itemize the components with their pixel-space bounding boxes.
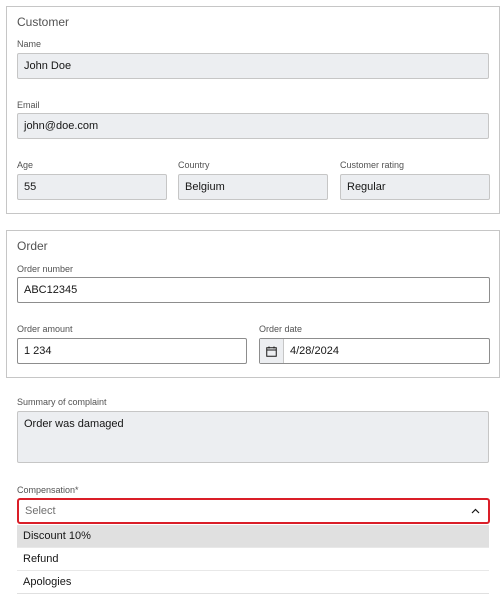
chevron-up-icon[interactable]	[471, 506, 480, 517]
order-panel-title: Order	[17, 239, 48, 253]
customer-panel: Customer Name John Doe Email john@doe.co…	[6, 6, 500, 214]
order-amount-input[interactable]: 1 234	[17, 338, 247, 364]
compensation-select[interactable]: Select	[17, 498, 490, 524]
country-field[interactable]: Belgium	[178, 174, 328, 200]
age-label: Age	[17, 160, 34, 170]
order-number-label: Order number	[17, 264, 74, 274]
customer-panel-title: Customer	[17, 15, 70, 29]
customer-rating-field[interactable]: Regular	[340, 174, 490, 200]
compensation-placeholder: Select	[25, 505, 56, 517]
email-label: Email	[17, 100, 40, 110]
compensation-option-refund[interactable]: Refund	[17, 548, 489, 571]
email-field[interactable]: john@doe.com	[17, 113, 489, 139]
compensation-option-apologies[interactable]: Apologies	[17, 571, 489, 594]
customer-rating-label: Customer rating	[340, 160, 405, 170]
country-label: Country	[178, 160, 210, 170]
name-field[interactable]: John Doe	[17, 53, 489, 79]
order-panel: Order Order number ABC12345 Order amount…	[6, 230, 500, 378]
order-amount-label: Order amount	[17, 324, 73, 334]
compensation-label: Compensation*	[17, 485, 79, 495]
name-label: Name	[17, 39, 42, 49]
age-field[interactable]: 55	[17, 174, 167, 200]
order-number-input[interactable]: ABC12345	[17, 277, 490, 303]
compensation-menu: Discount 10% Refund Apologies	[17, 525, 489, 594]
compensation-option-discount[interactable]: Discount 10%	[17, 525, 489, 548]
calendar-icon[interactable]	[260, 339, 284, 363]
order-date-input[interactable]: 4/28/2024	[259, 338, 490, 364]
complaint-label: Summary of complaint	[17, 397, 107, 407]
complaint-textarea[interactable]: Order was damaged	[17, 411, 489, 463]
order-date-value: 4/28/2024	[290, 345, 339, 357]
order-date-label: Order date	[259, 324, 303, 334]
